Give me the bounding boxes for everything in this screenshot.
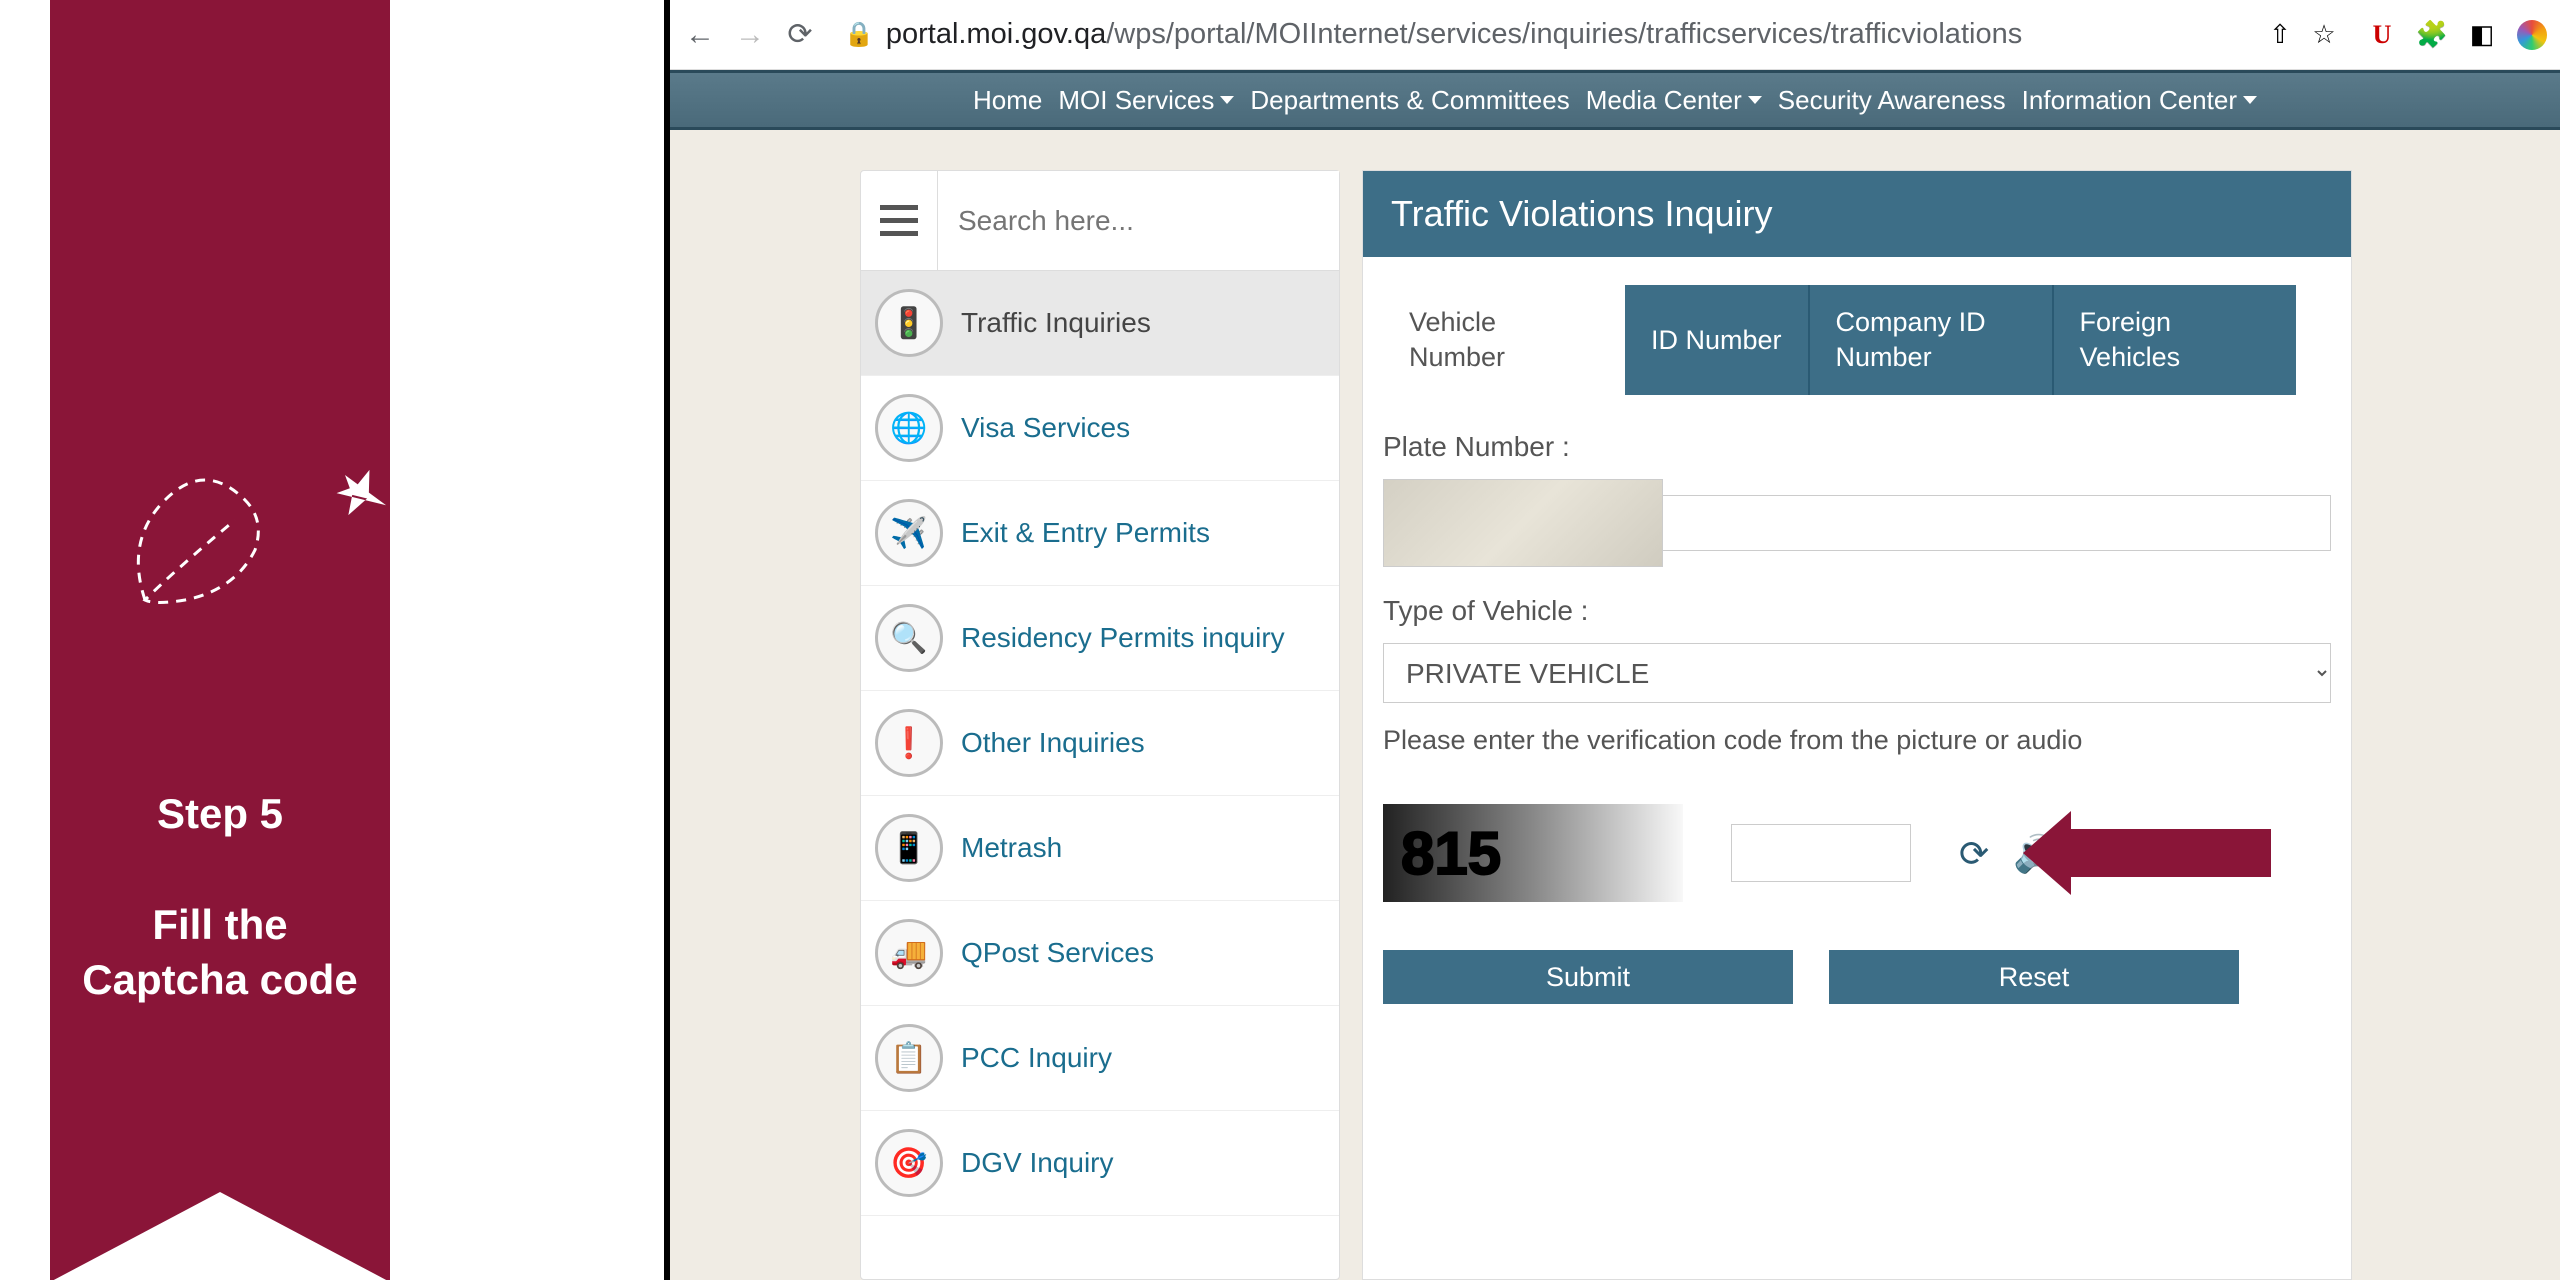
puzzle-extension-icon[interactable]: 🧩 (2416, 19, 2448, 51)
action-buttons: Submit Reset (1383, 950, 2331, 1004)
address-bar[interactable]: 🔒 portal.moi.gov.qa/wps/portal/MOIIntern… (832, 18, 2352, 51)
sidebar-item-pcc[interactable]: 📋 PCC Inquiry (861, 1006, 1339, 1111)
tab-vehicle-number[interactable]: Vehicle Number (1383, 285, 1625, 395)
plate-number-input[interactable] (1662, 495, 2331, 551)
browser-toolbar: ← → ⟳ 🔒 portal.moi.gov.qa/wps/portal/MOI… (670, 0, 2560, 70)
vehicle-type-label: Type of Vehicle : (1383, 595, 2331, 627)
chevron-down-icon (1748, 96, 1762, 104)
sidebar-item-label: Residency Permits inquiry (961, 622, 1285, 654)
reset-button[interactable]: Reset (1829, 950, 2239, 1004)
sidebar-item-label: Visa Services (961, 412, 1130, 444)
separator (440, 0, 670, 1280)
sidebar-item-visa-services[interactable]: 🌐 Visa Services (861, 376, 1339, 481)
lock-icon: 🔒 (844, 20, 874, 49)
arrow-annotation (2071, 829, 2271, 877)
chevron-down-icon (1220, 96, 1234, 104)
nav-departments[interactable]: Departments & Committees (1250, 85, 1569, 116)
profile-icon[interactable] (2516, 19, 2548, 51)
browser-window: ← → ⟳ 🔒 portal.moi.gov.qa/wps/portal/MOI… (670, 0, 2560, 1280)
bookmark-icon[interactable]: ☆ (2308, 19, 2340, 51)
refresh-icon[interactable]: ⟳ (1959, 833, 1999, 873)
target-icon: 🎯 (875, 1129, 943, 1197)
exclamation-icon: ❗ (875, 709, 943, 777)
sidebar-item-metrash[interactable]: 📱 Metrash (861, 796, 1339, 901)
tab-id-number[interactable]: ID Number (1625, 285, 1810, 395)
sidebar-header (861, 171, 1339, 271)
site-navbar: Home MOI Services Departments & Committe… (670, 70, 2560, 130)
nav-media-center[interactable]: Media Center (1586, 85, 1762, 116)
services-sidebar: 🚦 Traffic Inquiries 🌐 Visa Services ✈️ E… (860, 170, 1340, 1280)
sidebar-item-label: PCC Inquiry (961, 1042, 1112, 1074)
sidebar-item-qpost[interactable]: 🚚 QPost Services (861, 901, 1339, 1006)
sidebar-item-label: QPost Services (961, 937, 1154, 969)
nav-information-center[interactable]: Information Center (2022, 85, 2257, 116)
url-text: portal.moi.gov.qa/wps/portal/MOIInternet… (886, 18, 2252, 51)
share-icon[interactable]: ⇧ (2264, 19, 2296, 51)
captcha-input[interactable] (1731, 824, 1911, 882)
sidebar-item-label: Metrash (961, 832, 1062, 864)
instruction-banner: Step 5 Fill the Captcha code (0, 0, 440, 1280)
step-label: Step 5 (157, 790, 283, 838)
submit-button[interactable]: Submit (1383, 950, 1793, 1004)
ublock-extension-icon[interactable]: U (2366, 19, 2398, 51)
sidebar-item-label: Exit & Entry Permits (961, 517, 1210, 549)
sidebar-item-label: DGV Inquiry (961, 1147, 1114, 1179)
plate-image-placeholder (1383, 479, 1663, 567)
captcha-helper-text: Please enter the verification code from … (1383, 725, 2331, 756)
forward-button[interactable]: → (732, 17, 768, 53)
heart-plane-icon (115, 420, 425, 640)
captcha-image: 815 (1383, 804, 1683, 902)
back-button[interactable]: ← (682, 17, 718, 53)
inquiry-panel: Traffic Violations Inquiry Vehicle Numbe… (1362, 170, 2352, 1280)
sidebar-item-dgv[interactable]: 🎯 DGV Inquiry (861, 1111, 1339, 1216)
vehicle-type-select[interactable]: PRIVATE VEHICLE (1383, 643, 2331, 703)
sidebar-item-exit-entry[interactable]: ✈️ Exit & Entry Permits (861, 481, 1339, 586)
phone-icon: 📱 (875, 814, 943, 882)
traffic-light-icon: 🚦 (875, 289, 943, 357)
chevron-down-icon (2243, 96, 2257, 104)
globe-icon: 🌐 (875, 394, 943, 462)
nav-security-awareness[interactable]: Security Awareness (1778, 85, 2006, 116)
sidebar-item-traffic-inquiries[interactable]: 🚦 Traffic Inquiries (861, 271, 1339, 376)
panel-title: Traffic Violations Inquiry (1363, 171, 2351, 257)
sidebar-item-other[interactable]: ❗ Other Inquiries (861, 691, 1339, 796)
ribbon: Step 5 Fill the Captcha code (50, 0, 390, 1280)
inquiry-tabs: Vehicle Number ID Number Company ID Numb… (1383, 285, 2331, 395)
step-description: Fill the Captcha code (50, 898, 390, 1007)
extension-icons: U 🧩 ◧ (2366, 19, 2548, 51)
plate-input-row (1383, 479, 2331, 567)
tab-foreign-vehicles[interactable]: Foreign Vehicles (2054, 285, 2296, 395)
hamburger-menu-button[interactable] (861, 171, 938, 270)
plate-number-label: Plate Number : (1383, 431, 2331, 463)
reload-button[interactable]: ⟳ (782, 17, 818, 53)
nav-home[interactable]: Home (973, 85, 1042, 116)
truck-icon: 🚚 (875, 919, 943, 987)
search-input[interactable] (938, 171, 1339, 270)
page-content: 🚦 Traffic Inquiries 🌐 Visa Services ✈️ E… (670, 130, 2560, 1280)
clipboard-icon: 📋 (875, 1024, 943, 1092)
magnifier-icon: 🔍 (875, 604, 943, 672)
sidebar-item-label: Other Inquiries (961, 727, 1145, 759)
panel-icon[interactable]: ◧ (2466, 19, 2498, 51)
sidebar-item-residency[interactable]: 🔍 Residency Permits inquiry (861, 586, 1339, 691)
panel-body: Vehicle Number ID Number Company ID Numb… (1363, 257, 2351, 1044)
tab-company-id[interactable]: Company ID Number (1810, 285, 2054, 395)
plane-icon: ✈️ (875, 499, 943, 567)
sidebar-item-label: Traffic Inquiries (961, 307, 1151, 339)
nav-moi-services[interactable]: MOI Services (1058, 85, 1234, 116)
captcha-row: 815 ⟳ 🔊 (1383, 804, 2331, 902)
